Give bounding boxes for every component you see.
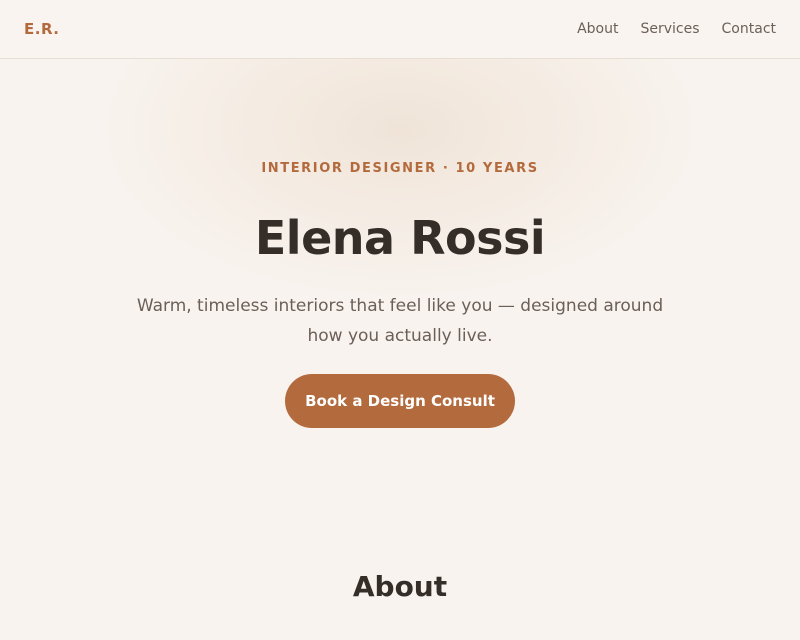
book-consult-button[interactable]: Book a Design Consult [285,374,515,428]
logo-link[interactable]: E.R. [24,20,59,38]
page: E.R. About Services Contact INTERIOR DES… [0,0,800,640]
hero-eyebrow: INTERIOR DESIGNER · 10 YEARS [261,161,539,176]
nav-link-services[interactable]: Services [640,21,699,37]
hero-subtitle: Warm, timeless interiors that feel like … [136,296,664,346]
top-nav: E.R. About Services Contact [0,0,800,59]
hero-section: INTERIOR DESIGNER · 10 YEARS Elena Rossi… [0,59,800,499]
nav-links: About Services Contact [577,21,776,37]
hero-title: Elena Rossi [254,211,546,265]
nav-link-about[interactable]: About [577,21,618,37]
nav-link-contact[interactable]: Contact [722,21,776,37]
about-heading: About [352,570,448,603]
